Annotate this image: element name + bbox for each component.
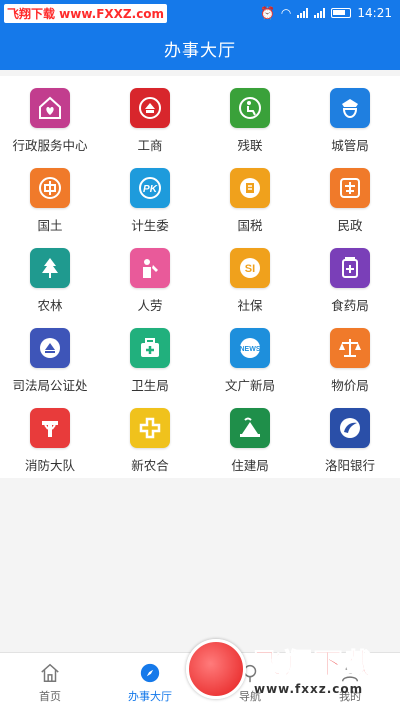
scale-icon [330, 328, 370, 368]
service-item-label: 国税 [237, 218, 263, 233]
family-icon: PK [130, 168, 170, 208]
service-item[interactable]: 城管局 [300, 84, 400, 164]
news-globe-icon: NEWS [230, 328, 270, 368]
justice-icon [30, 328, 70, 368]
service-item-label: 消防大队 [24, 458, 75, 473]
medicine-icon [330, 248, 370, 288]
service-item-label: 社保 [237, 298, 263, 313]
service-item-label: 计生委 [131, 218, 169, 233]
svg-text:SI: SI [245, 263, 255, 275]
service-item[interactable]: 消防大队 [0, 404, 100, 484]
service-item-label: 食药局 [331, 298, 369, 313]
social-security-icon: SI [230, 248, 270, 288]
compass-icon [140, 663, 160, 682]
cross-plus-icon [130, 408, 170, 448]
service-item[interactable]: 行政服务中心 [0, 84, 100, 164]
watermark-text: 飞翔下载 www.FXXZ.com [4, 3, 168, 23]
service-item[interactable]: SI 社保 [200, 244, 300, 324]
service-item-label: 司法局公证处 [12, 378, 88, 393]
nav-item-navigation[interactable]: 导航 [200, 653, 300, 712]
profile-icon [341, 664, 359, 681]
service-item-label: 民政 [337, 218, 363, 233]
service-item[interactable]: 住建局 [200, 404, 300, 484]
emblem-icon [130, 88, 170, 128]
nav-item-profile[interactable]: 我的 [300, 653, 400, 712]
service-item-label: 国土 [37, 218, 63, 233]
service-item[interactable]: 残联 [200, 84, 300, 164]
service-item-label: 物价局 [331, 378, 369, 393]
civil-icon [330, 168, 370, 208]
signal-icon [297, 8, 309, 18]
fire-icon [30, 408, 70, 448]
page-title: 办事大厅 [164, 40, 236, 61]
building-icon [230, 408, 270, 448]
service-item-label: 文广新局 [224, 378, 275, 393]
nav-label-hall: 办事大厅 [128, 689, 172, 703]
title-bar: 办事大厅 [0, 26, 400, 70]
nav-item-hall[interactable]: 办事大厅 [100, 653, 200, 712]
tree-icon [30, 248, 70, 288]
service-item-label: 人劳 [137, 298, 163, 313]
nav-item-home[interactable]: 首页 [0, 653, 100, 712]
nav-label-home: 首页 [39, 689, 61, 703]
wifi-icon: ◠ [280, 6, 292, 20]
badge-icon [330, 88, 370, 128]
status-time: 14:21 [357, 6, 392, 20]
service-item[interactable]: 新农合 [100, 404, 200, 484]
service-item[interactable]: PK 计生委 [100, 164, 200, 244]
service-item-label: 行政服务中心 [12, 138, 88, 153]
status-bar: 飞翔下载 www.FXXZ.com ⏰ ◠ 14:21 [0, 0, 400, 26]
service-item-label: 洛阳银行 [324, 458, 375, 473]
home-icon [41, 663, 59, 682]
nav-label-profile: 我的 [339, 689, 361, 703]
service-item[interactable]: 民政 [300, 164, 400, 244]
service-item[interactable]: NEWS 文广新局 [200, 324, 300, 404]
tax-icon [230, 168, 270, 208]
medical-kit-icon [130, 328, 170, 368]
house-heart-icon [30, 88, 70, 128]
service-item[interactable]: 司法局公证处 [0, 324, 100, 404]
service-item-label: 卫生局 [131, 378, 169, 393]
service-item[interactable]: 食药局 [300, 244, 400, 324]
service-item[interactable]: 国税 [200, 164, 300, 244]
service-item[interactable]: 人劳 [100, 244, 200, 324]
battery-icon [331, 8, 352, 18]
service-item-label: 农林 [37, 298, 63, 313]
service-item[interactable]: 工商 [100, 84, 200, 164]
service-item[interactable]: 洛阳银行 [300, 404, 400, 484]
bottom-nav: 首页 办事大厅 导航 我的 [0, 652, 400, 712]
service-item[interactable]: 卫生局 [100, 324, 200, 404]
service-item-label: 新农合 [131, 458, 169, 473]
nav-label-navigation: 导航 [239, 689, 261, 703]
alarm-icon: ⏰ [259, 6, 275, 20]
service-item[interactable]: 物价局 [300, 324, 400, 404]
worker-icon [130, 248, 170, 288]
signal-icon-2 [314, 8, 326, 18]
disability-icon [230, 88, 270, 128]
service-item[interactable]: 农林 [0, 244, 100, 324]
status-icons: ⏰ ◠ 14:21 [260, 6, 392, 20]
land-icon [30, 168, 70, 208]
service-item-label: 残联 [237, 138, 263, 153]
service-grid: 行政服务中心 工商 残联 城管局国土 PK 计生委 国税 民政农林 人劳 SI 社保 食药局司法局公证… [0, 76, 400, 478]
svg-text:NEWS: NEWS [240, 346, 261, 353]
svg-text:PK: PK [143, 184, 158, 195]
bank-icon [330, 408, 370, 448]
service-item-label: 城管局 [331, 138, 369, 153]
navigation-icon [243, 664, 257, 682]
service-item-label: 工商 [137, 138, 163, 153]
service-item[interactable]: 国土 [0, 164, 100, 244]
service-item-label: 住建局 [231, 458, 269, 473]
